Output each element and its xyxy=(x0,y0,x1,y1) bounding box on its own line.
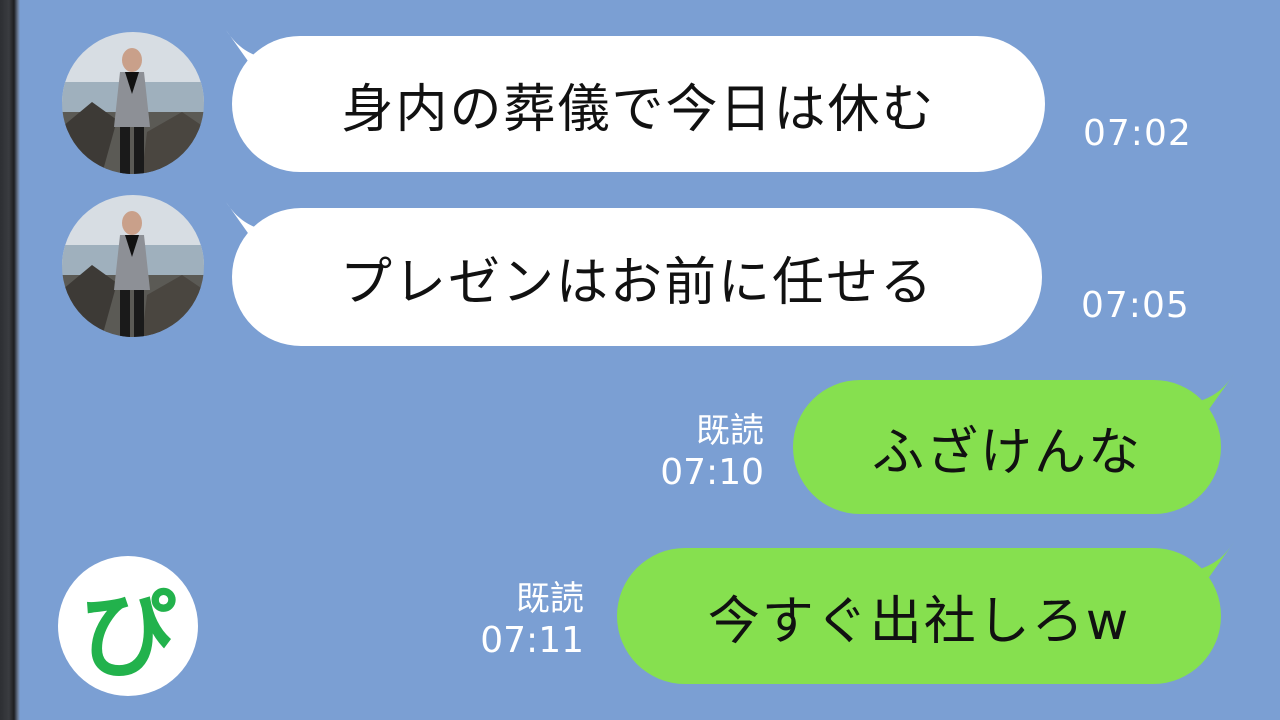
avatar[interactable] xyxy=(62,195,204,337)
incoming-message-bubble[interactable]: 身内の葬儀で今日は休む xyxy=(232,36,1045,172)
message-timestamp: 07:10 xyxy=(660,452,764,493)
incoming-message-bubble[interactable]: プレゼンはお前に任せる xyxy=(232,208,1042,346)
message-text: ふざけんな xyxy=(871,422,1142,483)
message-meta: 既読 07:11 xyxy=(464,578,584,662)
channel-logo: ぴ xyxy=(58,556,198,696)
avatar[interactable] xyxy=(62,32,204,174)
avatar-photo xyxy=(62,195,204,337)
read-status: 既読 xyxy=(516,579,584,619)
message-timestamp: 07:11 xyxy=(480,620,584,661)
phone-frame-edge xyxy=(0,0,20,720)
message-meta: 既読 07:10 xyxy=(640,410,764,494)
logo-glyph: ぴ xyxy=(80,578,176,691)
outgoing-message-bubble[interactable]: ふざけんな xyxy=(793,380,1221,514)
message-timestamp: 07:05 xyxy=(1081,285,1190,326)
outgoing-message-bubble[interactable]: 今すぐ出社しろw xyxy=(617,548,1221,684)
message-timestamp: 07:02 xyxy=(1083,113,1192,154)
read-status: 既読 xyxy=(696,411,764,451)
avatar-photo xyxy=(62,32,204,174)
message-text: 今すぐ出社しろw xyxy=(707,591,1131,652)
message-text: プレゼンはお前に任せる xyxy=(339,252,934,313)
message-text: 身内の葬儀で今日は休む xyxy=(341,79,936,140)
